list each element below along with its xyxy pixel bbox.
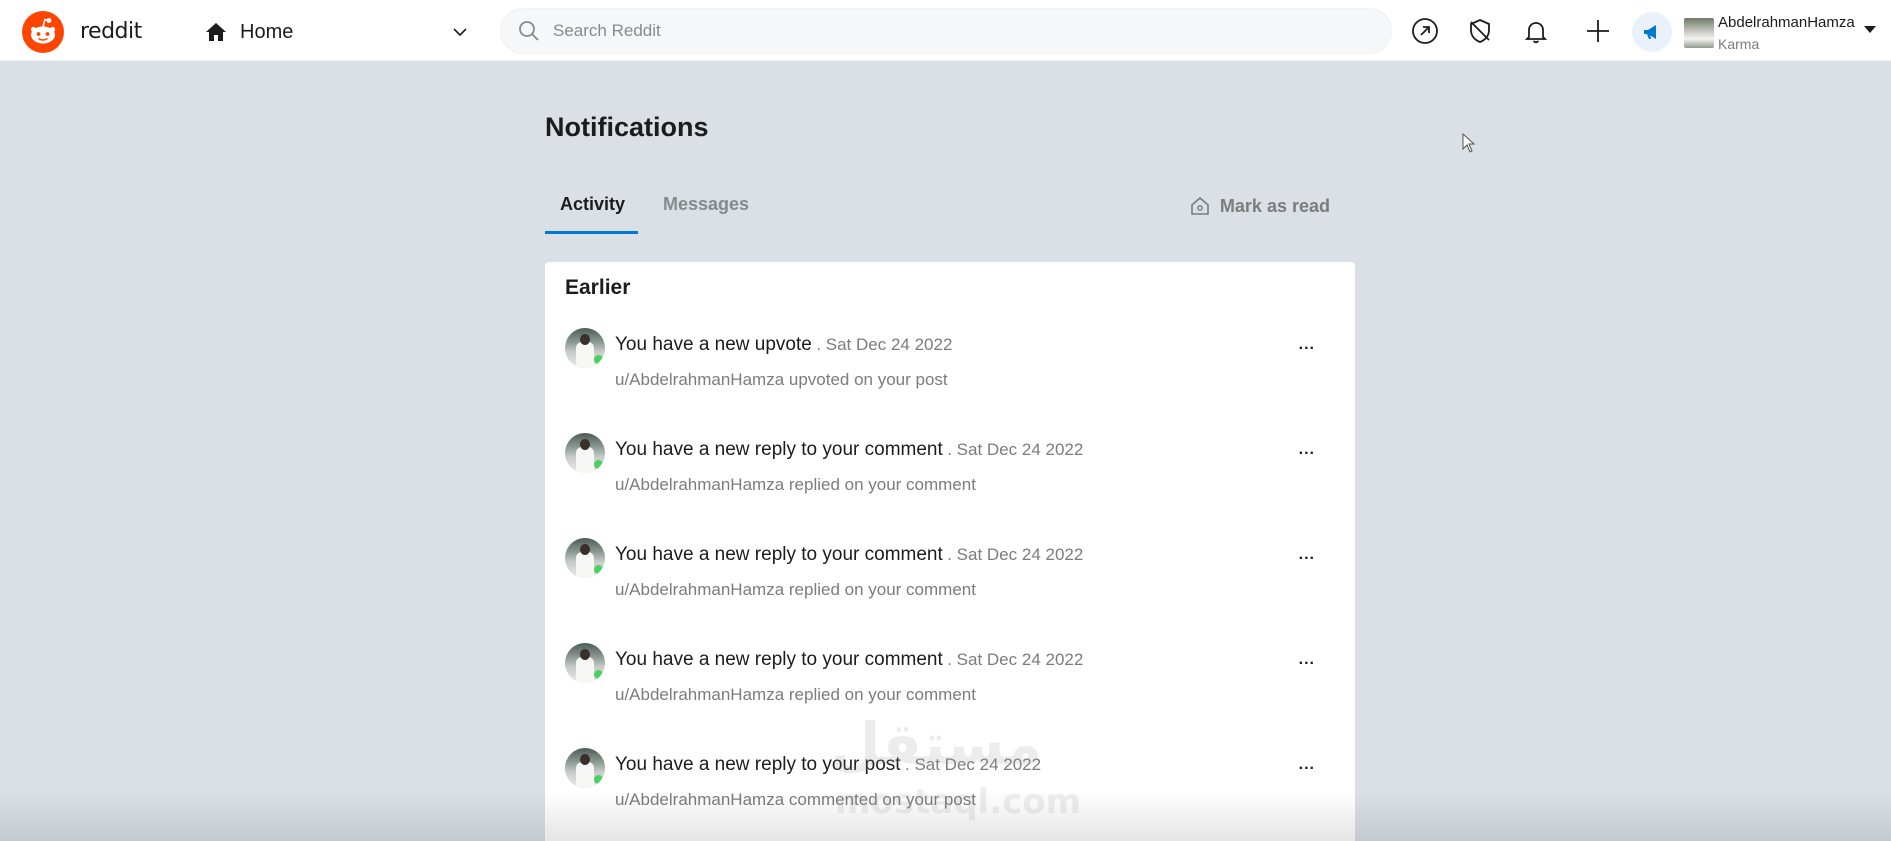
home-icon <box>206 23 226 41</box>
section-title: Earlier <box>565 276 631 299</box>
search-input[interactable] <box>553 21 1353 41</box>
notification-date: . Sat Dec 24 2022 <box>947 545 1084 564</box>
avatar <box>565 433 605 473</box>
notification-detail: u/AbdelrahmanHamza replied on your comme… <box>615 685 976 704</box>
popular-icon[interactable] <box>1409 15 1441 47</box>
more-options-icon[interactable]: ... <box>1299 546 1315 564</box>
feed-dropdown-label: Home <box>240 20 294 43</box>
notification-date: . Sat Dec 24 2022 <box>947 650 1084 669</box>
watermark-latin: mostaql.com <box>835 782 1082 822</box>
notification-detail: u/AbdelrahmanHamza upvoted on your post <box>615 370 948 389</box>
mark-as-read-label: Mark as read <box>1219 195 1330 216</box>
megaphone-icon[interactable] <box>1632 12 1672 52</box>
avatar <box>565 748 605 788</box>
page-title: Notifications <box>545 112 709 142</box>
notification-tabs: Activity Messages Mark as read <box>545 186 1330 234</box>
feed-dropdown[interactable]: Home <box>204 14 470 50</box>
notification-date: . Sat Dec 24 2022 <box>947 440 1084 459</box>
more-options-icon[interactable]: ... <box>1299 651 1315 669</box>
more-options-icon[interactable]: ... <box>1299 441 1315 459</box>
mouse-cursor-icon <box>1462 133 1476 153</box>
brand-wordmark[interactable]: reddit <box>80 19 142 44</box>
search-bar[interactable] <box>500 8 1392 54</box>
plus-icon[interactable] <box>1582 15 1614 47</box>
reddit-logo-icon[interactable] <box>22 11 64 53</box>
notification-title: You have a new upvote <box>615 334 812 355</box>
active-tab-indicator <box>545 231 638 234</box>
karma-label: Karma <box>1718 36 1760 52</box>
notification-title: You have a new reply to your comment <box>615 544 943 565</box>
notification-item[interactable]: You have a new upvote . Sat Dec 24 2022 … <box>565 328 1335 408</box>
tab-activity[interactable]: Activity <box>560 194 625 215</box>
caret-down-icon <box>1864 26 1876 33</box>
avatar <box>565 643 605 683</box>
more-options-icon[interactable]: ... <box>1299 756 1315 774</box>
top-nav-bar: reddit Home Search Reddit AbdelrahmanHam… <box>0 0 1891 61</box>
user-menu[interactable]: AbdelrahmanHamza Karma <box>1684 14 1884 54</box>
notification-detail: u/AbdelrahmanHamza replied on your comme… <box>615 580 976 599</box>
avatar <box>565 538 605 578</box>
avatar <box>1684 18 1714 48</box>
search-icon <box>519 21 539 41</box>
more-options-icon[interactable]: ... <box>1299 336 1315 354</box>
mark-as-read-button[interactable]: Mark as read <box>1188 194 1330 218</box>
watermark-arabic: مستقل <box>830 710 1043 778</box>
notification-detail: u/AbdelrahmanHamza replied on your comme… <box>615 475 976 494</box>
bell-icon[interactable] <box>1520 15 1552 47</box>
notification-item[interactable]: You have a new reply to your comment . S… <box>565 538 1335 618</box>
notification-title: You have a new reply to your comment <box>615 649 943 670</box>
notification-date: . Sat Dec 24 2022 <box>816 335 953 354</box>
username: AbdelrahmanHamza <box>1718 14 1855 31</box>
notification-item[interactable]: You have a new reply to your comment . S… <box>565 433 1335 513</box>
notification-title: You have a new reply to your comment <box>615 439 943 460</box>
chevron-down-icon <box>453 28 467 37</box>
house-icon <box>1191 196 1209 215</box>
mod-shield-icon[interactable] <box>1464 15 1496 47</box>
avatar <box>565 328 605 368</box>
tab-messages[interactable]: Messages <box>663 194 749 215</box>
